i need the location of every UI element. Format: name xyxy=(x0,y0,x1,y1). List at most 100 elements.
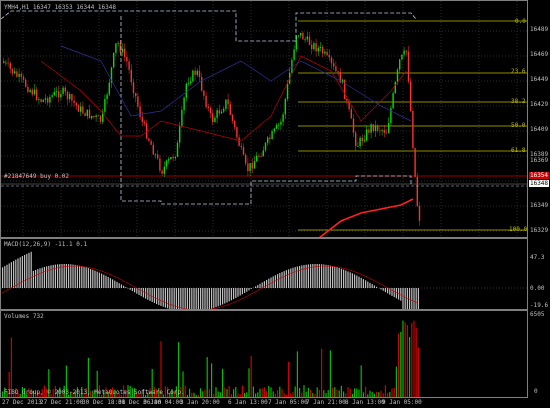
candle-body xyxy=(163,166,165,174)
macd-bar xyxy=(182,288,184,309)
candle-body xyxy=(137,96,139,107)
candle-body xyxy=(396,69,399,83)
volume-bar xyxy=(217,391,219,397)
macd-bar xyxy=(334,266,336,288)
macd-bar xyxy=(2,267,4,288)
volume-bar xyxy=(239,394,241,397)
candle-body xyxy=(99,115,102,122)
macd-tick-bottom: -19.6 xyxy=(530,302,549,309)
macd-bar xyxy=(266,279,268,288)
candle-body xyxy=(328,55,330,58)
candle-body xyxy=(344,79,346,99)
volume-bar xyxy=(235,386,237,397)
candle-body xyxy=(359,137,361,147)
macd-panel[interactable]: MACD(12,26,9) -11.1 0.1 xyxy=(0,238,528,310)
macd-bar xyxy=(191,288,193,309)
volume-bar xyxy=(281,389,283,397)
candle-body xyxy=(161,170,163,174)
macd-bar xyxy=(123,285,125,288)
macd-bar xyxy=(360,277,362,288)
candle-body xyxy=(258,155,260,157)
macd-bar xyxy=(59,264,61,288)
volume-bar xyxy=(233,389,235,397)
volume-bar xyxy=(303,385,305,397)
macd-bar xyxy=(101,273,103,288)
volume-bar xyxy=(387,392,389,397)
macd-bar xyxy=(404,288,406,309)
price-tick: 16489 xyxy=(530,26,549,33)
candle-body xyxy=(416,176,418,206)
macd-bar xyxy=(8,263,10,288)
candle-body xyxy=(53,92,55,96)
macd-bar xyxy=(246,288,248,292)
macd-bar xyxy=(118,283,120,288)
candle-body xyxy=(368,129,370,133)
price-panel[interactable]: YMH4,H1 16347 16353 16344 16348 #2184764… xyxy=(0,0,528,238)
volumes-panel[interactable]: Volumes 732 FIBO Group, © 2003-2013, Met… xyxy=(0,310,528,398)
volume-bar xyxy=(283,393,285,397)
candle-body xyxy=(330,57,333,64)
macd-bar xyxy=(301,265,303,288)
candle-body xyxy=(377,125,379,131)
candle-body xyxy=(205,95,207,107)
price-tick: 16449 xyxy=(530,76,549,83)
candle-body xyxy=(104,99,106,112)
candle-body xyxy=(383,130,385,133)
macd-bar xyxy=(46,266,48,288)
fib-label-50: 50.0 xyxy=(511,122,526,129)
macd-bar xyxy=(406,288,408,309)
volume-bar xyxy=(255,393,257,397)
volume-bar xyxy=(409,336,411,397)
macd-bar xyxy=(294,267,296,288)
volume-bar xyxy=(193,392,195,397)
macd-bar xyxy=(343,269,345,288)
macd-bar xyxy=(50,265,52,288)
candle-body xyxy=(93,115,95,117)
macd-bar xyxy=(105,275,107,288)
macd-bar xyxy=(193,288,195,309)
volume-bar xyxy=(365,386,367,397)
volume-bar xyxy=(213,393,215,397)
macd-bar xyxy=(10,262,12,288)
macd-bar xyxy=(365,280,367,288)
macd-bar xyxy=(160,288,162,306)
candle-body xyxy=(117,43,119,44)
macd-bar xyxy=(224,288,226,304)
volume-bar xyxy=(195,394,197,397)
macd-bar xyxy=(321,264,323,288)
volume-bar xyxy=(272,391,274,397)
candle-body xyxy=(333,63,335,67)
candle-body xyxy=(150,140,152,145)
macd-bar xyxy=(120,284,122,288)
macd-bar xyxy=(393,288,395,298)
candle-body xyxy=(143,121,146,124)
candle-body xyxy=(9,63,11,69)
candle-body xyxy=(234,120,236,128)
macd-bar xyxy=(158,288,160,306)
candle-body xyxy=(273,128,275,132)
volume-bar xyxy=(321,348,323,397)
candle-body xyxy=(401,54,403,60)
macd-bar xyxy=(92,269,94,288)
macd-bar xyxy=(362,279,364,288)
candle-body xyxy=(247,163,249,172)
time-tick: 8 Jan 13:00 xyxy=(345,399,385,406)
candle-body xyxy=(192,70,194,82)
candle-body xyxy=(302,32,304,40)
macd-bar xyxy=(70,264,72,288)
order-line-label[interactable]: #21847649 buy 0.02 xyxy=(4,173,69,180)
fib-label-61: 61.8 xyxy=(511,147,526,154)
volume-bar xyxy=(248,368,250,397)
volume-bar xyxy=(305,391,307,397)
volume-bar xyxy=(382,393,384,397)
volume-bar xyxy=(301,392,303,397)
macd-bar xyxy=(37,269,39,288)
candle-body xyxy=(223,108,225,112)
macd-bar xyxy=(376,286,378,288)
volume-bar xyxy=(189,388,191,397)
candle-body xyxy=(286,83,289,100)
candle-body xyxy=(130,69,132,83)
candle-body xyxy=(18,73,20,77)
candle-body xyxy=(47,98,49,103)
fib-label-0: 0.0 xyxy=(515,18,526,25)
